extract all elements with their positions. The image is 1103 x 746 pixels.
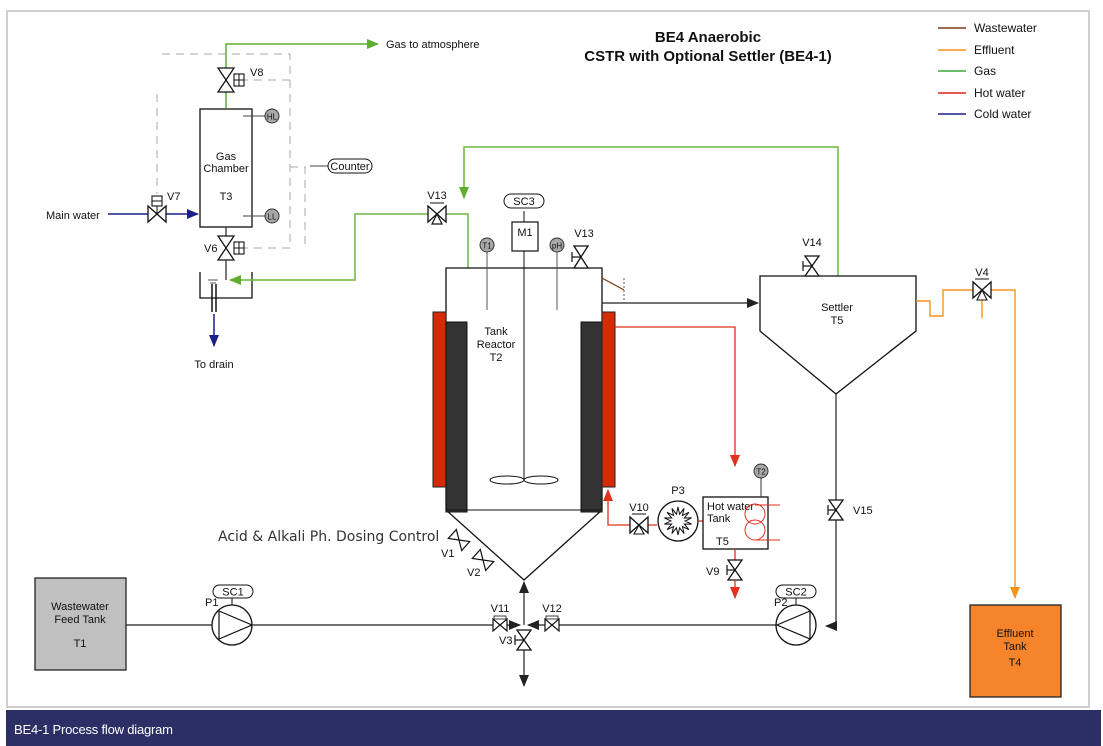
agitator-blade-left <box>489 475 525 485</box>
valve-v6-label: V6 <box>204 243 217 255</box>
pump-p3[interactable] <box>657 500 699 542</box>
insulation-right <box>580 321 603 513</box>
legend-label-cold-water: Cold water <box>974 107 1031 121</box>
hot-water-supply-line <box>615 326 740 467</box>
dosing-control-label: Acid & Alkali Ph. Dosing Control <box>218 529 439 545</box>
valve-v13-gas-label: V13 <box>427 190 447 202</box>
feed-tank-label-line2: Feed Tank <box>54 614 106 626</box>
valve-v4-label: V4 <box>975 267 988 279</box>
valve-v1-label: V1 <box>441 548 454 560</box>
pump-p2[interactable] <box>775 604 817 646</box>
sensor-hl-label: HL <box>267 113 278 122</box>
valve-v10[interactable] <box>629 513 649 535</box>
valve-v13-top-label: V13 <box>574 228 594 240</box>
pump-p1-label: P1 <box>205 597 218 609</box>
sensor-ll[interactable]: LL <box>264 208 280 224</box>
tank-reactor-label-line1: Tank <box>484 326 508 338</box>
valve-v14-label: V14 <box>802 237 822 249</box>
legend-label-wastewater: Wastewater <box>974 21 1037 35</box>
pump-p3-label: P3 <box>671 485 684 497</box>
settler-t5[interactable] <box>759 275 917 395</box>
sensor-ph-label: pH <box>552 242 562 251</box>
figure-caption: BE4-1 Process flow diagram <box>14 722 173 737</box>
sensor-t2-label: T2 <box>756 468 766 477</box>
pump-p1[interactable] <box>211 604 254 646</box>
valve-v3-label: V3 <box>499 635 512 647</box>
diagram-title-line2: CSTR with Optional Settler (BE4-1) <box>584 48 832 65</box>
insulation-left <box>445 321 468 513</box>
legend-label-effluent: Effluent <box>974 43 1015 57</box>
tank-reactor-id: T2 <box>490 352 503 364</box>
valve-v15[interactable] <box>827 499 845 521</box>
valve-v7-label: V7 <box>167 191 180 203</box>
controller-sc2-label: SC2 <box>785 587 806 599</box>
sensor-ll-label: LL <box>268 213 277 222</box>
valve-v12[interactable] <box>544 615 560 633</box>
motor-m1-label: M1 <box>517 227 532 239</box>
heater-jacket-left <box>432 311 447 488</box>
controller-sc3-label: SC3 <box>513 196 534 208</box>
valve-v11[interactable] <box>492 615 508 633</box>
valve-v3[interactable] <box>514 629 533 651</box>
diagram-title-line1: BE4 Anaerobic <box>655 29 761 46</box>
hot-water-tank-id: T5 <box>716 536 729 548</box>
to-drain-label: To drain <box>194 359 233 371</box>
settler-label: Settler <box>821 302 853 314</box>
feed-tank-label-line1: Wastewater <box>51 601 109 613</box>
gas-chamber-label-line2: Chamber <box>203 163 249 175</box>
gas-to-atmosphere-label: Gas to atmosphere <box>386 39 480 51</box>
valve-v8-label: V8 <box>250 67 263 79</box>
overflow-weir <box>601 277 625 291</box>
effluent-tank-id: T4 <box>1009 657 1022 669</box>
agitator-blade-right <box>523 475 559 485</box>
main-water-label: Main water <box>46 210 100 222</box>
sensor-t1-label: T1 <box>482 242 492 251</box>
effluent-tank-label-line2: Tank <box>1003 641 1027 653</box>
feed-tank-id: T1 <box>74 638 87 650</box>
valve-v9-label: V9 <box>706 566 719 578</box>
effluent-tank-label-line1: Effluent <box>996 628 1033 640</box>
caption-bar: BE4-1 Process flow diagram <box>6 710 1101 746</box>
valve-v11-label: V11 <box>491 603 510 615</box>
hot-water-tank-label-line2: Tank <box>707 513 731 525</box>
legend-label-gas: Gas <box>974 64 996 78</box>
legend-label-hot-water: Hot water <box>974 86 1025 100</box>
sensor-hl[interactable]: HL <box>264 108 280 124</box>
legend: Wastewater Effluent Gas Hot water Cold w… <box>938 21 1037 121</box>
valve-v14[interactable] <box>802 255 821 277</box>
valve-v9[interactable] <box>726 559 744 581</box>
settler-gas-line <box>459 146 839 276</box>
gas-counter-label: Counter <box>330 161 369 173</box>
valve-v12-label: V12 <box>542 603 562 615</box>
valve-v13-gas[interactable] <box>427 202 447 225</box>
controller-sc1-label: SC1 <box>222 587 243 599</box>
heater-jacket-right <box>601 311 616 488</box>
sensor-ph[interactable]: pH <box>549 237 565 253</box>
tank-reactor-label-line2: Reactor <box>477 339 516 351</box>
settler-id: T5 <box>831 315 844 327</box>
valve-v7[interactable] <box>147 195 167 224</box>
gas-chamber-label-line1: Gas <box>216 151 237 163</box>
valve-v6[interactable] <box>216 235 245 261</box>
settler-effluent-line <box>916 289 973 317</box>
process-flow-diagram: BE4 Anaerobic CSTR with Optional Settler… <box>34 21 1062 698</box>
valve-v13-top[interactable] <box>571 245 590 269</box>
pump-p2-label: P2 <box>774 597 787 609</box>
sensor-t2[interactable]: T2 <box>753 463 769 479</box>
sensor-t1[interactable]: T1 <box>479 237 495 253</box>
valve-v4[interactable] <box>972 278 992 301</box>
valve-v8[interactable] <box>216 67 245 93</box>
valve-v2-label: V2 <box>467 567 480 579</box>
effluent-to-tank-line <box>991 289 1020 599</box>
gas-chamber-id: T3 <box>220 191 233 203</box>
valve-v15-label: V15 <box>853 505 873 517</box>
valve-v10-label: V10 <box>629 502 649 514</box>
